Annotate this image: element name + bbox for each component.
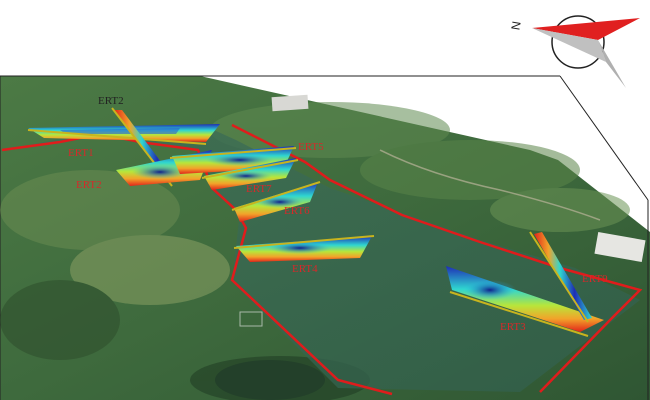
label-ERT4: ERT4 — [292, 263, 318, 275]
village-patch — [271, 94, 309, 112]
terrain-scene: ERT2 ERT1 ERT2 ERT5 ERT7 ERT6 ERT4 ERT3 … — [0, 15, 650, 400]
label-ERT3: ERT3 — [500, 321, 526, 333]
label-ERT7: ERT7 — [246, 183, 272, 195]
label-ERT9: ERT9 — [582, 273, 608, 285]
north-arrow-icon: N — [508, 15, 640, 88]
island — [215, 360, 325, 400]
label-ERT2: ERT2 — [98, 95, 124, 107]
geophysical-3d-map: ERT2 ERT1 ERT2 ERT5 ERT7 ERT6 ERT4 ERT3 … — [0, 0, 650, 400]
label-ERT6: ERT6 — [284, 205, 310, 217]
north-letter: N — [508, 20, 523, 31]
label-ERT2b: ERT2 — [76, 179, 102, 191]
label-ERT5: ERT5 — [298, 141, 324, 153]
label-ERT1: ERT1 — [68, 147, 94, 159]
